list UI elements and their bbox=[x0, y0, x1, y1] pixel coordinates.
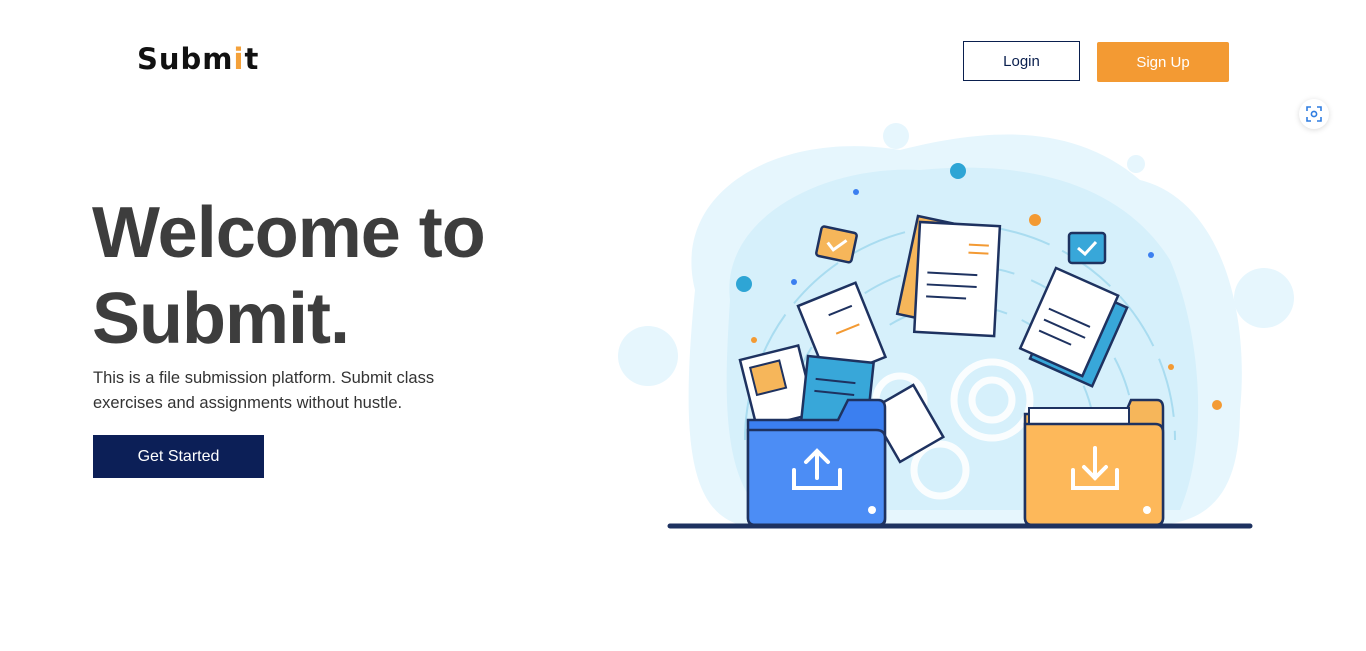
deco-circle bbox=[883, 123, 909, 149]
upload-folder bbox=[746, 398, 887, 527]
get-started-button[interactable]: Get Started bbox=[93, 435, 264, 478]
file-submission-illustration bbox=[618, 123, 1294, 529]
logo[interactable]: Submit bbox=[137, 42, 259, 76]
check-badge-icon bbox=[1067, 231, 1107, 265]
deco-circle bbox=[618, 326, 678, 386]
hero-title: Welcome to Submit. bbox=[92, 190, 592, 362]
hero-title-line1: Welcome to bbox=[92, 193, 486, 273]
logo-text-accent: i bbox=[233, 42, 245, 76]
check-badge-icon bbox=[815, 225, 858, 264]
deco-circle bbox=[1127, 155, 1145, 173]
document-icon bbox=[912, 220, 1002, 338]
screenshot-capture-button[interactable] bbox=[1299, 99, 1329, 129]
hero-description: This is a file submission platform. Subm… bbox=[93, 369, 435, 412]
download-folder bbox=[1023, 398, 1165, 527]
logo-text-end: t bbox=[244, 42, 260, 76]
logo-text-main: Subm bbox=[137, 42, 234, 76]
screenshot-capture-icon bbox=[1306, 106, 1322, 122]
hero-title-line2: Submit. bbox=[92, 279, 350, 359]
signup-button[interactable]: Sign Up bbox=[1097, 42, 1229, 82]
deco-circle bbox=[1234, 268, 1294, 328]
login-button[interactable]: Login bbox=[963, 41, 1080, 81]
